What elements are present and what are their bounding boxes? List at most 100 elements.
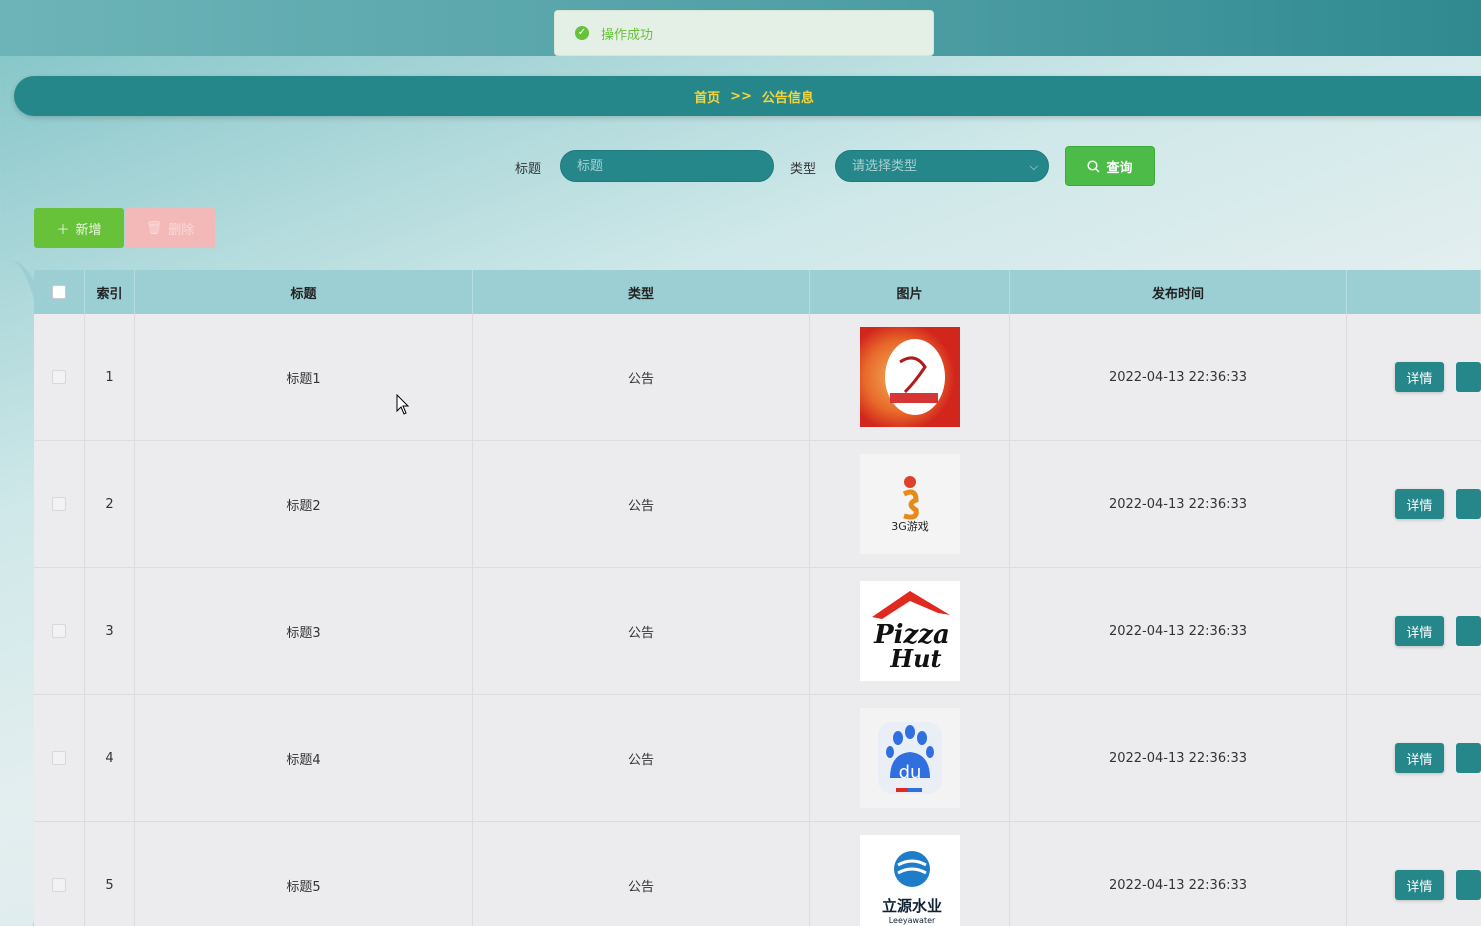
row-title: 标题1: [135, 314, 473, 440]
trash-icon: 🗑: [145, 220, 163, 236]
3g-game-logo: 3G游戏: [859, 454, 960, 554]
3g-game-logo-text: 3G游戏: [891, 520, 929, 533]
table-row: 2 标题2 公告 3G游戏 2022-04-13 22:36:33 详情: [34, 441, 1481, 568]
row-index: 5: [85, 822, 135, 926]
row-type: 公告: [473, 314, 810, 440]
food-logo: [859, 327, 960, 427]
header-type: 类型: [473, 270, 810, 314]
3g-game-logo-graphic: 3G游戏: [891, 476, 929, 533]
row-image-cell: 立源水业 Leeyawater: [810, 822, 1010, 926]
search-icon: [1087, 159, 1101, 173]
row-actions: 详情: [1347, 822, 1481, 926]
breadcrumb: 首页 >> 公告信息: [14, 76, 1481, 116]
row-time: 2022-04-13 22:36:33: [1010, 695, 1347, 821]
query-button-label: 查询: [1106, 160, 1133, 176]
row-image-cell: du: [810, 695, 1010, 821]
row-title: 标题5: [135, 822, 473, 926]
row-checkbox[interactable]: [52, 370, 66, 384]
row-checkbox[interactable]: [52, 751, 66, 765]
row-type: 公告: [473, 568, 810, 694]
baidu-logo-graphic: du: [877, 722, 942, 794]
baidu-logo: du: [859, 708, 960, 808]
food-logo-graphic: [884, 339, 945, 415]
water-company-logo-graphic: 立源水业Leeyawater: [881, 851, 942, 925]
detail-button[interactable]: 详情: [1395, 616, 1444, 646]
header-time: 发布时间: [1010, 270, 1347, 314]
header-index: 索引: [85, 270, 135, 314]
edit-button[interactable]: [1455, 743, 1481, 773]
edit-button[interactable]: [1455, 870, 1481, 900]
success-toast: ✓ 操作成功: [554, 10, 934, 56]
row-checkbox[interactable]: [52, 878, 66, 892]
announcement-table: 索引 标题 类型 图片 发布时间 1 标题1 公告 2022-04-13 22:…: [34, 270, 1481, 926]
row-actions: 详情: [1347, 695, 1481, 821]
water-company-logo-en: Leeyawater: [888, 916, 935, 925]
row-type: 公告: [473, 822, 810, 926]
delete-button[interactable]: 🗑 删除: [125, 208, 215, 248]
water-company-logo: 立源水业 Leeyawater: [859, 835, 960, 926]
row-actions: 详情: [1347, 441, 1481, 567]
add-button-label: 新增: [75, 222, 102, 238]
row-time: 2022-04-13 22:36:33: [1010, 568, 1347, 694]
row-select-cell: [34, 695, 85, 821]
delete-button-label: 删除: [168, 222, 195, 238]
row-time: 2022-04-13 22:36:33: [1010, 822, 1347, 926]
row-select-cell: [34, 822, 85, 926]
select-all-checkbox[interactable]: [52, 285, 66, 299]
type-select[interactable]: 请选择类型 ⌵: [835, 150, 1049, 182]
edit-button[interactable]: [1455, 616, 1481, 646]
row-image-cell: [810, 314, 1010, 440]
water-company-logo-cn: 立源水业: [881, 897, 941, 915]
row-title: 标题3: [135, 568, 473, 694]
row-image-cell: Pizza Hut: [810, 568, 1010, 694]
mouse-cursor-icon: [396, 394, 410, 415]
row-select-cell: [34, 314, 85, 440]
row-title: 标题4: [135, 695, 473, 821]
detail-button[interactable]: 详情: [1395, 489, 1444, 519]
search-bar: 标题 标题 类型 请选择类型 ⌵ 查询: [0, 146, 1481, 186]
header-title: 标题: [135, 270, 473, 314]
edit-button[interactable]: [1455, 489, 1481, 519]
row-actions: 详情: [1347, 568, 1481, 694]
row-checkbox[interactable]: [52, 497, 66, 511]
detail-button[interactable]: 详情: [1395, 743, 1444, 773]
header-select-cell: [34, 270, 85, 314]
type-select-placeholder: 请选择类型: [852, 159, 918, 174]
row-select-cell: [34, 568, 85, 694]
row-index: 1: [85, 314, 135, 440]
pizza-hut-logo-line2: Hut: [889, 644, 941, 673]
pizza-hut-logo: Pizza Hut: [859, 581, 960, 681]
row-checkbox[interactable]: [52, 624, 66, 638]
table-row: 1 标题1 公告 2022-04-13 22:36:33 详情: [34, 314, 1481, 441]
check-circle-icon: ✓: [575, 26, 589, 40]
edit-button[interactable]: [1455, 362, 1481, 392]
plus-icon: ＋: [56, 222, 70, 238]
row-select-cell: [34, 441, 85, 567]
toast-message: 操作成功: [601, 27, 654, 43]
row-type: 公告: [473, 695, 810, 821]
pizza-hut-logo-graphic: PizzaHut: [871, 591, 950, 673]
row-index: 4: [85, 695, 135, 821]
detail-button[interactable]: 详情: [1395, 362, 1444, 392]
breadcrumb-current: 公告信息: [761, 90, 814, 106]
query-button[interactable]: 查询: [1065, 146, 1155, 186]
breadcrumb-home[interactable]: 首页: [694, 87, 720, 106]
baidu-logo-text: du: [898, 762, 921, 783]
row-type: 公告: [473, 441, 810, 567]
header-image: 图片: [810, 270, 1010, 314]
row-title: 标题2: [135, 441, 473, 567]
row-time: 2022-04-13 22:36:33: [1010, 314, 1347, 440]
type-label: 类型: [790, 162, 817, 177]
table-row: 4 标题4 公告 du 2022-04-13 22:36:33 详情: [34, 695, 1481, 822]
table-header: 索引 标题 类型 图片 发布时间: [34, 270, 1481, 314]
breadcrumb-separator: >>: [730, 88, 752, 104]
row-index: 3: [85, 568, 135, 694]
table-row: 3 标题3 公告 Pizza Hut 2022-04-13 22:36:33 详情: [34, 568, 1481, 695]
title-input[interactable]: 标题: [560, 150, 774, 182]
row-time: 2022-04-13 22:36:33: [1010, 441, 1347, 567]
row-actions: 详情: [1347, 314, 1481, 440]
row-image-cell: 3G游戏: [810, 441, 1010, 567]
add-button[interactable]: ＋ 新增: [34, 208, 124, 248]
detail-button[interactable]: 详情: [1395, 870, 1444, 900]
header-actions: [1347, 270, 1481, 314]
